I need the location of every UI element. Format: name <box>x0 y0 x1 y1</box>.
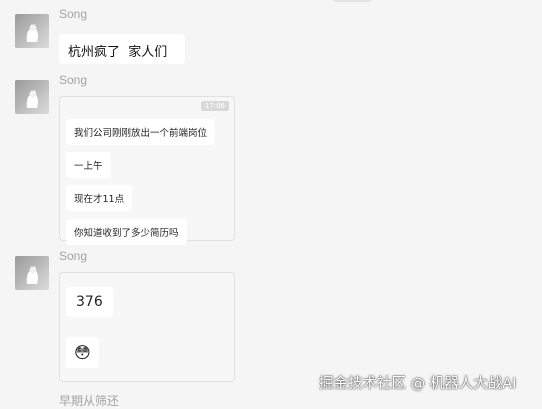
avatar[interactable] <box>15 80 49 114</box>
top-scroll-indicator <box>332 0 372 2</box>
sender-name: Song <box>59 73 88 87</box>
sender-name: Song <box>59 7 88 21</box>
forwarded-line: 我们公司刚刚放出一个前端岗位 <box>66 119 216 145</box>
forwarded-line: 现在才11点 <box>66 185 133 211</box>
cat-icon <box>15 256 49 290</box>
flushed-face-icon: 😳 <box>74 343 91 362</box>
cat-icon <box>15 80 49 114</box>
forwarded-line: 你知道收到了多少简历吗 <box>66 219 187 245</box>
sender-name: Song <box>59 249 88 263</box>
forward-timestamp: 17:06 <box>200 101 229 111</box>
forwarded-chat-card[interactable]: 376 😳 <box>59 272 235 382</box>
forwarded-line: 一上午 <box>66 152 111 178</box>
forwarded-line: 376 <box>66 287 113 317</box>
emoji-bubble: 😳 <box>66 337 99 368</box>
forwarded-chat-card[interactable]: 17:06 我们公司刚刚放出一个前端岗位 一上午 现在才11点 你知道收到了多少… <box>59 96 235 245</box>
avatar[interactable] <box>15 14 49 48</box>
cat-icon <box>15 14 49 48</box>
watermark: 掘金技术社区 @ 机器人大战AI <box>319 376 517 392</box>
avatar[interactable] <box>15 256 49 290</box>
message-bubble[interactable]: 杭州疯了 家人们 <box>59 34 185 64</box>
message-text: 杭州疯了 家人们 <box>68 45 168 60</box>
